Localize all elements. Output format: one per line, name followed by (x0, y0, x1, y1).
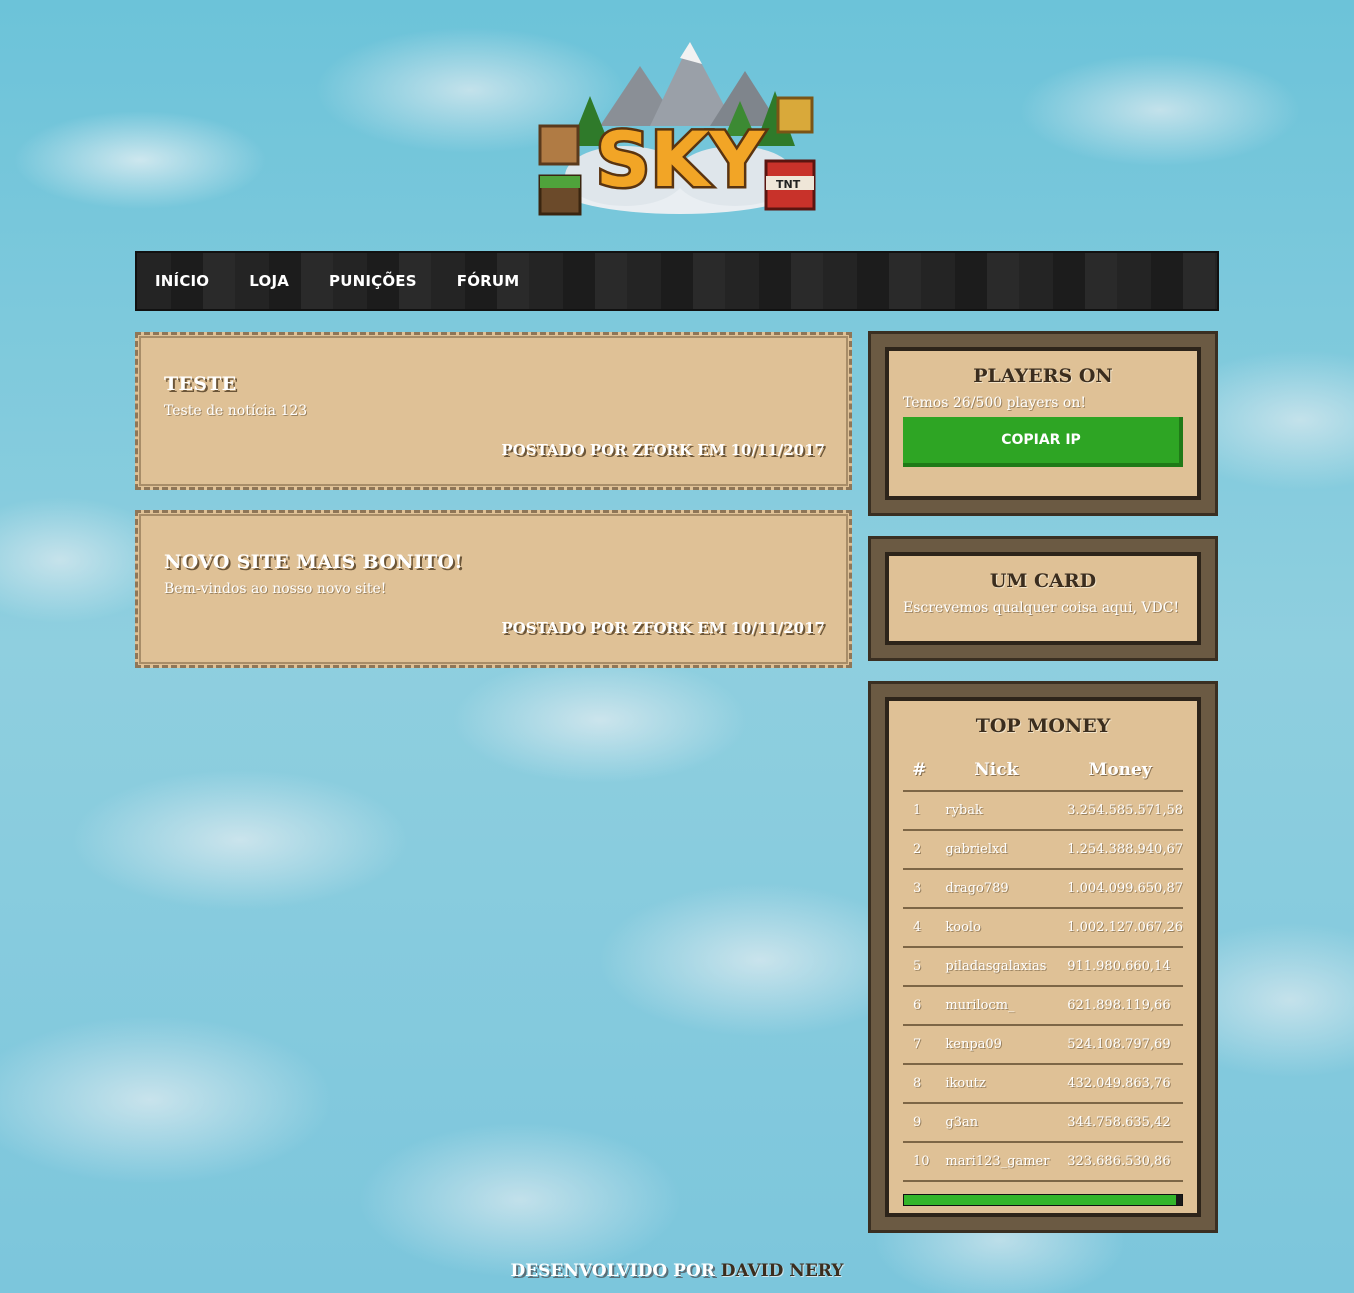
news-card: TESTE Teste de notícia 123 POSTADO POR Z… (135, 332, 852, 490)
table-row: 10 mari123_gamer 323.686.530,86 (903, 1142, 1183, 1182)
nick-cell: ikoutz (935, 1064, 1058, 1104)
copy-ip-button[interactable]: COPIAR IP (903, 417, 1183, 467)
news-footer: POSTADO POR ZFORK EM 10/11/2017 (501, 441, 825, 459)
players-count-text: Temos 26/500 players on! (903, 395, 1086, 411)
nick-cell: gabrielxd (935, 830, 1058, 870)
table-row: 9 g3an 344.758.635,42 (903, 1103, 1183, 1143)
nav-item-loja[interactable]: LOJA (249, 272, 289, 290)
um-card: UM CARD Escrevemos qualquer coisa aqui, … (868, 536, 1218, 661)
rank-cell: 7 (903, 1025, 936, 1065)
money-cell: 3.254.585.571,58 (1057, 791, 1183, 831)
table-row: 4 koolo 1.002.127.067,26 (903, 908, 1183, 948)
money-cell: 1.254.388.940,67 (1057, 830, 1183, 870)
table-row: 2 gabrielxd 1.254.388.940,67 (903, 830, 1183, 870)
news-card: NOVO SITE MAIS BONITO! Bem-vindos ao nos… (135, 510, 852, 668)
um-card-title: UM CARD (989, 570, 1097, 592)
players-on-card: PLAYERS ON Temos 26/500 players on! COPI… (868, 331, 1218, 516)
nick-cell: koolo (935, 908, 1058, 948)
sky-logo[interactable]: TNT SKY (530, 36, 824, 218)
table-row: 3 drago789 1.004.099.650,87 (903, 869, 1183, 909)
tnt-label: TNT (776, 178, 801, 191)
table-row: 1 rybak 3.254.585.571,58 (903, 791, 1183, 831)
footer: DESENVOLVIDO POR DAVID NERY (0, 1261, 1354, 1281)
money-cell: 1.002.127.067,26 (1057, 908, 1183, 948)
top-money-title: TOP MONEY (975, 715, 1111, 737)
money-cell: 1.004.099.650,87 (1057, 869, 1183, 909)
money-cell: 911.980.660,14 (1057, 947, 1183, 987)
players-on-inner: PLAYERS ON Temos 26/500 players on! COPI… (885, 347, 1201, 500)
rank-cell: 4 (903, 908, 936, 948)
top-money-card: TOP MONEY # Nick Money 1 rybak 3.254.585.5… (868, 681, 1218, 1233)
nav-item-forum[interactable]: FÓRUM (457, 272, 520, 290)
rank-cell: 2 (903, 830, 936, 870)
um-card-text: Escrevemos qualquer coisa aqui, VDC! (903, 600, 1180, 616)
nav-item-punicoes[interactable]: PUNIÇÕES (329, 272, 417, 290)
nick-cell: mari123_gamer (935, 1142, 1058, 1182)
rank-cell: 9 (903, 1103, 936, 1143)
money-cell: 323.686.530,86 (1057, 1142, 1183, 1182)
rank-cell: 1 (903, 791, 936, 831)
rank-cell: 6 (903, 986, 936, 1026)
news-body: Teste de notícia 123 (164, 403, 308, 419)
nick-cell: g3an (935, 1103, 1058, 1143)
progress-bar (903, 1194, 1183, 1206)
footer-prefix: DESENVOLVIDO POR (510, 1261, 721, 1281)
column-header-money: Money (1057, 749, 1183, 792)
logo-text: SKY (596, 115, 766, 204)
table-row: 6 murilocm_ 621.898.119,66 (903, 986, 1183, 1026)
top-money-inner: TOP MONEY # Nick Money 1 rybak 3.254.585.5… (885, 697, 1201, 1217)
rank-cell: 3 (903, 869, 936, 909)
money-cell: 344.758.635,42 (1057, 1103, 1183, 1143)
nick-cell: rybak (935, 791, 1058, 831)
nick-cell: piladasgalaxias (935, 947, 1058, 987)
money-cell: 621.898.119,66 (1057, 986, 1183, 1026)
news-footer: POSTADO POR ZFORK EM 10/11/2017 (501, 619, 825, 637)
column-header-rank: # (903, 749, 936, 792)
players-on-title: PLAYERS ON (973, 365, 1113, 387)
top-money-table: # Nick Money 1 rybak 3.254.585.571,58 2 gabr… (903, 749, 1183, 1182)
footer-author-link[interactable]: DAVID NERY (721, 1261, 844, 1281)
column-header-nick: Nick (935, 749, 1058, 792)
nav-item-inicio[interactable]: INÍCIO (155, 272, 209, 290)
table-row: 8 ikoutz 432.049.863,76 (903, 1064, 1183, 1104)
news-title: TESTE (164, 373, 237, 395)
nick-cell: murilocm_ (935, 986, 1058, 1026)
nick-cell: drago789 (935, 869, 1058, 909)
money-cell: 524.108.797,69 (1057, 1025, 1183, 1065)
rank-cell: 5 (903, 947, 936, 987)
um-card-inner: UM CARD Escrevemos qualquer coisa aqui, … (885, 552, 1201, 645)
table-row: 5 piladasgalaxias 911.980.660,14 (903, 947, 1183, 987)
rank-cell: 8 (903, 1064, 936, 1104)
news-body: Bem-vindos ao nosso novo site! (164, 581, 387, 597)
progress-bar-fill (904, 1195, 1177, 1205)
main-navbar: INÍCIO LOJA PUNIÇÕES FÓRUM (135, 251, 1219, 311)
nick-cell: kenpa09 (935, 1025, 1058, 1065)
money-cell: 432.049.863,76 (1057, 1064, 1183, 1104)
table-row: 7 kenpa09 524.108.797,69 (903, 1025, 1183, 1065)
news-title: NOVO SITE MAIS BONITO! (164, 551, 463, 573)
table-header-row: # Nick Money (903, 749, 1183, 792)
rank-cell: 10 (903, 1142, 936, 1182)
